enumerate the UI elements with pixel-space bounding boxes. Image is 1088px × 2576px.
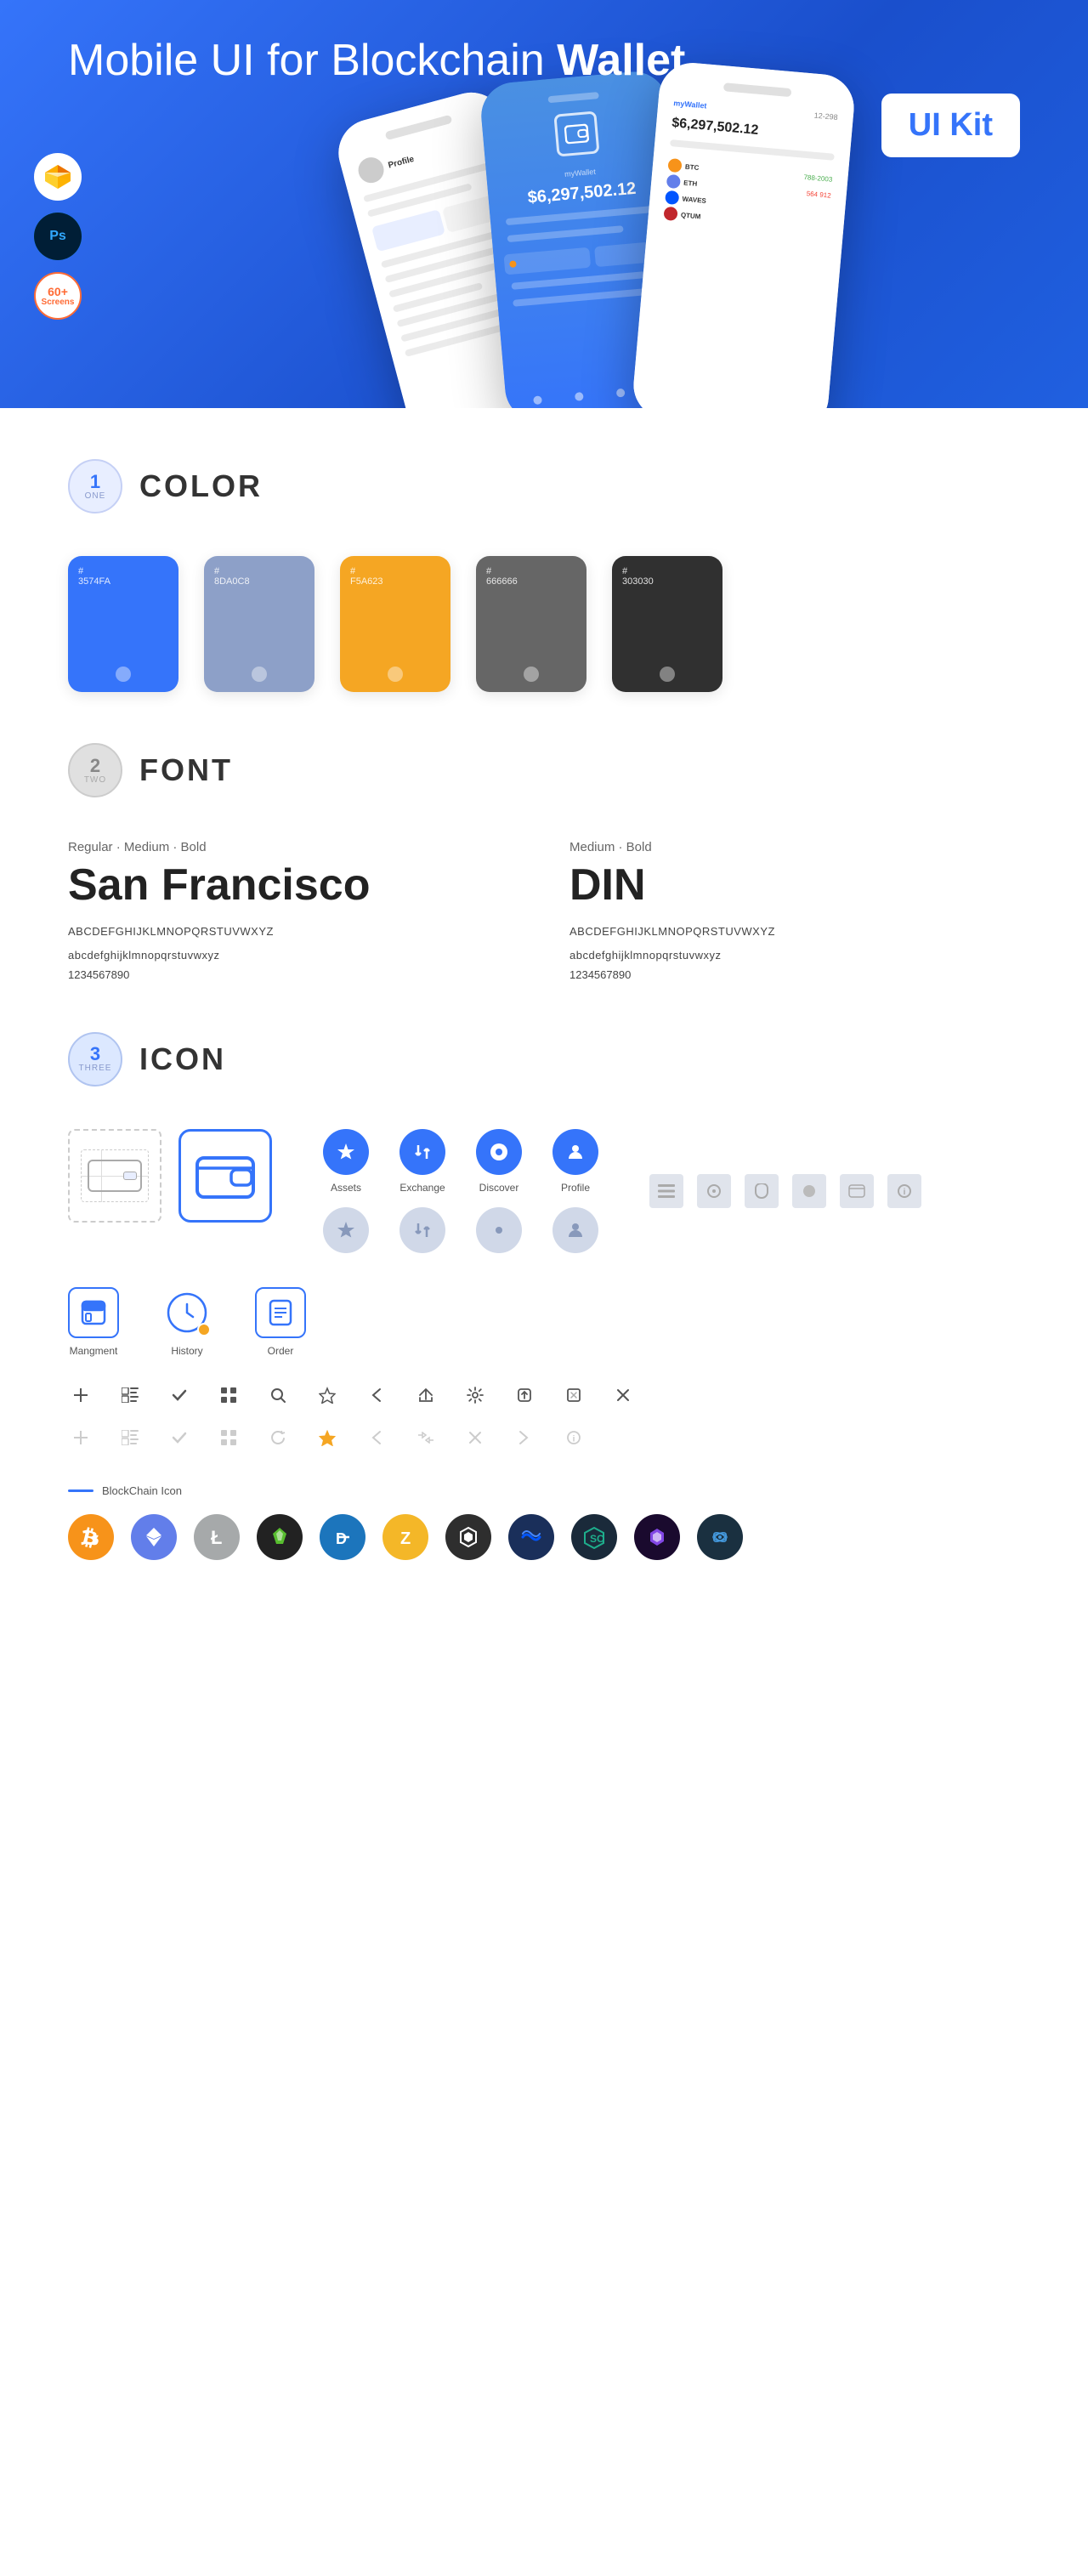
font-block-sf: Regular · Medium · Bold San Francisco AB… bbox=[68, 840, 518, 981]
section-number-2: 2 TWO bbox=[68, 743, 122, 797]
crypto-ethereum[interactable] bbox=[131, 1514, 177, 1560]
svg-text:i: i bbox=[904, 1188, 906, 1197]
blockchain-label: BlockChain Icon bbox=[68, 1484, 1020, 1497]
toolbar-back[interactable] bbox=[364, 1382, 389, 1408]
hero-section: Mobile UI for Blockchain Wallet UI Kit P… bbox=[0, 0, 1088, 408]
toolbar-check[interactable] bbox=[167, 1382, 192, 1408]
section-header-font: 2 TWO FONT bbox=[68, 743, 1020, 797]
color-section: 1 ONE COLOR #3574FA #8DA0C8 #F5A623 bbox=[68, 459, 1020, 692]
toolbar-x-gray bbox=[462, 1425, 488, 1450]
nav-icons-group: Assets Exchange bbox=[323, 1129, 598, 1253]
color-swatch-orange[interactable]: #F5A623 bbox=[340, 556, 450, 692]
svg-text:i: i bbox=[573, 1434, 575, 1444]
crypto-polygon[interactable] bbox=[634, 1514, 680, 1560]
toolbar-refresh-gray bbox=[265, 1425, 291, 1450]
icon-exchange-gray[interactable] bbox=[400, 1207, 445, 1253]
icon-exchange-blue[interactable]: Exchange bbox=[400, 1129, 445, 1194]
color-swatch-gray[interactable]: #666666 bbox=[476, 556, 586, 692]
icon-discover-blue[interactable]: Discover bbox=[476, 1129, 522, 1194]
sketch-badge bbox=[34, 153, 82, 201]
toolbar-grid[interactable] bbox=[216, 1382, 241, 1408]
font-section: 2 TWO FONT Regular · Medium · Bold San F… bbox=[68, 743, 1020, 981]
toolbar-plus-gray bbox=[68, 1425, 94, 1450]
toolbar-star-active[interactable] bbox=[314, 1425, 340, 1450]
crypto-zcash[interactable]: Z bbox=[382, 1514, 428, 1560]
icon-discover-gray[interactable] bbox=[476, 1207, 522, 1253]
toolbar-list-gray bbox=[117, 1425, 143, 1450]
toolbar-upload[interactable] bbox=[512, 1382, 537, 1408]
toolbar-share[interactable] bbox=[413, 1382, 439, 1408]
toolbar-icons-row1 bbox=[68, 1382, 1020, 1408]
toolbar-list[interactable] bbox=[117, 1382, 143, 1408]
toolbar-settings[interactable] bbox=[462, 1382, 488, 1408]
phone-right: myWallet 12-298 $6,297,502.12 BTC 788-20… bbox=[631, 60, 857, 408]
icon-history[interactable]: History bbox=[162, 1287, 212, 1357]
toolbar-plus[interactable] bbox=[68, 1382, 94, 1408]
wireframe-icon-2-colored bbox=[178, 1129, 272, 1223]
crypto-siacoin[interactable]: SC bbox=[571, 1514, 617, 1560]
crypto-icons-row: Ł D Z bbox=[68, 1514, 1020, 1560]
ps-badge: Ps bbox=[34, 213, 82, 260]
hero-title: Mobile UI for Blockchain Wallet bbox=[68, 34, 685, 87]
toolbar-grid-gray bbox=[216, 1425, 241, 1450]
toolbar-forward-gray bbox=[512, 1425, 537, 1450]
icon-title: ICON bbox=[139, 1041, 226, 1077]
section-header-icon: 3 THREE ICON bbox=[68, 1032, 1020, 1087]
toolbar-arrows-gray bbox=[413, 1425, 439, 1450]
crypto-waves[interactable] bbox=[508, 1514, 554, 1560]
ui-kit-badge: UI Kit bbox=[881, 94, 1020, 157]
toolbar-search[interactable] bbox=[265, 1382, 291, 1408]
toolbar-info-gray: i bbox=[561, 1425, 586, 1450]
font-grid: Regular · Medium · Bold San Francisco AB… bbox=[68, 840, 1020, 981]
color-swatch-darkgray[interactable]: #303030 bbox=[612, 556, 722, 692]
crypto-neo[interactable] bbox=[257, 1514, 303, 1560]
icon-mangment[interactable]: Mangment bbox=[68, 1287, 119, 1357]
icon-profile-blue[interactable]: Profile bbox=[552, 1129, 598, 1194]
crypto-dash[interactable]: D bbox=[320, 1514, 366, 1560]
font-block-din: Medium · Bold DIN ABCDEFGHIJKLMNOPQRSTUV… bbox=[570, 840, 1020, 981]
font-title: FONT bbox=[139, 752, 233, 788]
svg-text:Ł: Ł bbox=[211, 1527, 222, 1548]
color-swatch-blue[interactable]: #3574FA bbox=[68, 556, 178, 692]
icon-assets-blue[interactable]: Assets bbox=[323, 1129, 369, 1194]
toolbar-check-gray bbox=[167, 1425, 192, 1450]
action-icons-row: Mangment History bbox=[68, 1287, 1020, 1357]
icon-order[interactable]: Order bbox=[255, 1287, 306, 1357]
color-swatches: #3574FA #8DA0C8 #F5A623 #666666 #303030 bbox=[68, 556, 1020, 692]
toolbar-resize[interactable] bbox=[561, 1382, 586, 1408]
extra-icons-gray: i bbox=[649, 1174, 921, 1208]
toolbar-star[interactable] bbox=[314, 1382, 340, 1408]
crypto-iota[interactable] bbox=[445, 1514, 491, 1560]
svg-text:Z: Z bbox=[400, 1529, 411, 1548]
svg-text:D: D bbox=[336, 1530, 347, 1547]
icon-profile-gray[interactable] bbox=[552, 1207, 598, 1253]
wireframe-icons bbox=[68, 1129, 272, 1223]
toolbar-close[interactable] bbox=[610, 1382, 636, 1408]
crypto-bitcoin[interactable] bbox=[68, 1514, 114, 1560]
color-title: COLOR bbox=[139, 468, 263, 504]
crypto-other[interactable] bbox=[697, 1514, 743, 1560]
wireframe-icon-1 bbox=[68, 1129, 162, 1223]
color-swatch-grayblue[interactable]: #8DA0C8 bbox=[204, 556, 314, 692]
toolbar-back-gray bbox=[364, 1425, 389, 1450]
screens-badge: 60+ Screens bbox=[34, 272, 82, 320]
crypto-litecoin[interactable]: Ł bbox=[194, 1514, 240, 1560]
section-number-1: 1 ONE bbox=[68, 459, 122, 513]
main-content: 1 ONE COLOR #3574FA #8DA0C8 #F5A623 bbox=[0, 408, 1088, 1662]
icon-assets-gray[interactable] bbox=[323, 1207, 369, 1253]
icon-section: 3 THREE ICON bbox=[68, 1032, 1020, 1560]
svg-text:SC: SC bbox=[590, 1533, 604, 1545]
section-header-color: 1 ONE COLOR bbox=[68, 459, 1020, 513]
toolbar-icons-row2: i bbox=[68, 1425, 1020, 1450]
blockchain-line bbox=[68, 1489, 94, 1492]
section-number-3: 3 THREE bbox=[68, 1032, 122, 1087]
hero-badges: Ps 60+ Screens bbox=[34, 153, 82, 320]
